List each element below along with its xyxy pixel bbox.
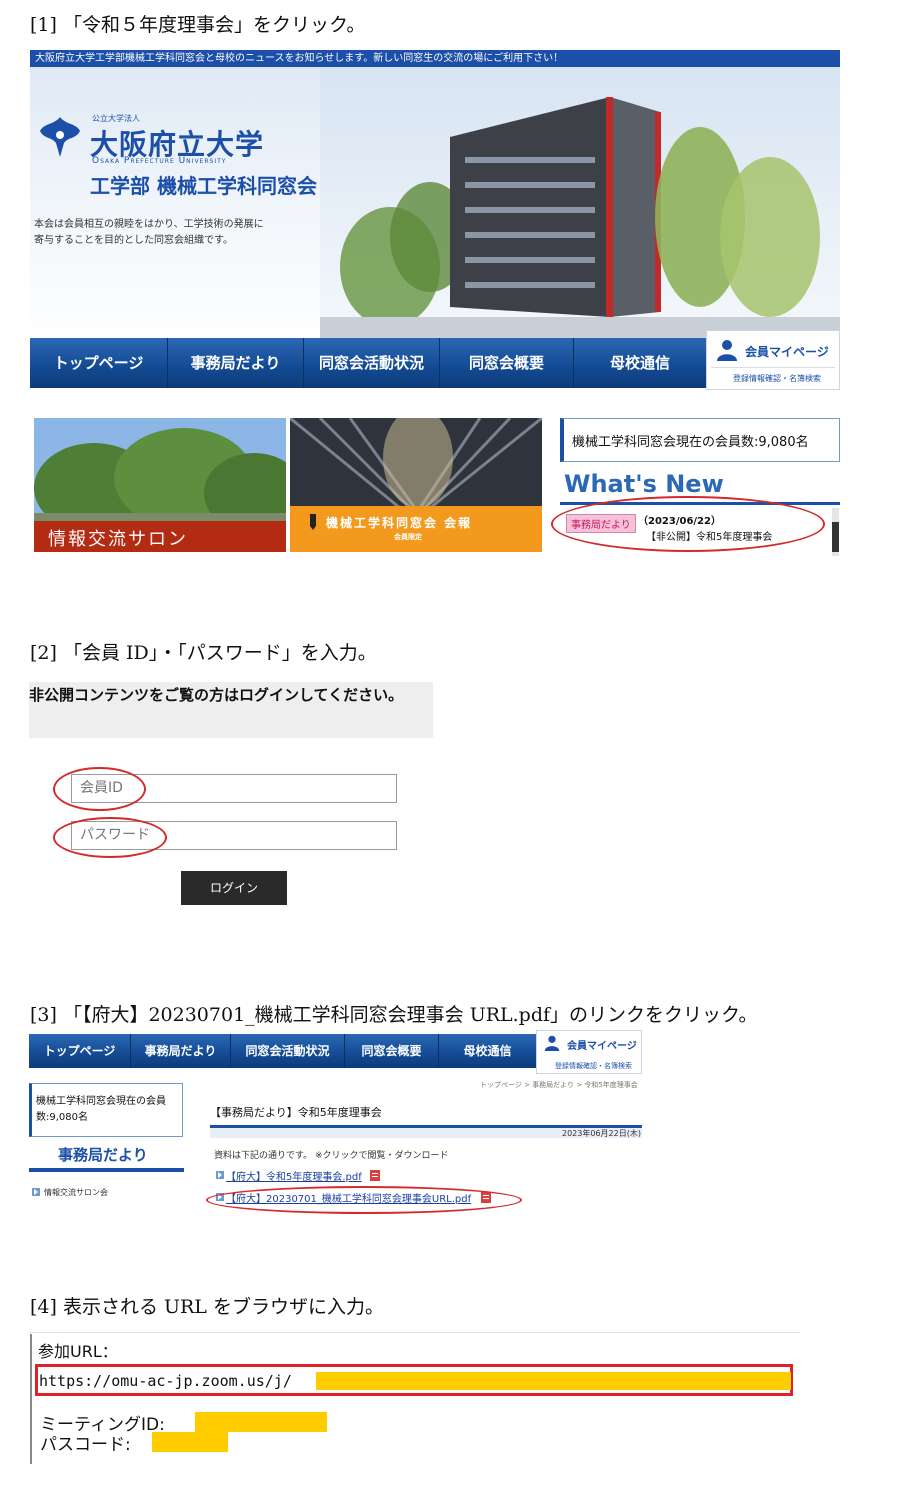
member-id-input[interactable]: 会員ID xyxy=(71,774,397,803)
salon-photo xyxy=(34,418,286,523)
salon-label: 情報交流サロン xyxy=(48,529,188,550)
mypage-label: 会員マイページ xyxy=(745,345,829,359)
university-name-en: Osaka Prefecture University xyxy=(92,156,227,166)
member-mypage-button[interactable]: 会員マイページ 登録情報確認・名簿検索 xyxy=(706,330,840,390)
whats-new-heading: What's New xyxy=(564,470,724,498)
news-date: （2023/06/22） xyxy=(638,516,721,527)
step-3-instruction: [3] 「【府大】20230701_機械工学科同窓会理事会 URL.pdf」のリ… xyxy=(30,1004,758,1026)
nav-overview[interactable]: 同窓会概要 xyxy=(440,338,574,388)
newsletter-tile[interactable]: 機械工学科同窓会 会報 会員限定 xyxy=(290,418,542,552)
mypage-sublabel: 登録情報確認・名簿検索 xyxy=(733,374,821,383)
join-url-label: 参加URL： xyxy=(38,1342,118,1361)
member-count: 機械工学科同窓会現在の会員数:9,080名 xyxy=(572,435,809,450)
login-button[interactable]: ログイン xyxy=(181,871,287,905)
s3-file1-pdf-icon xyxy=(370,1170,380,1181)
pen-icon xyxy=(310,514,316,530)
s3-member-mypage-button[interactable]: 会員マイページ 登録情報確認・名簿検索 xyxy=(536,1030,642,1074)
s3-side-link[interactable]: 情報交流サロン会 xyxy=(44,1187,108,1198)
s3-intro-text: 資料は下記の通りです。 ※クリックで閲覧・ダウンロード xyxy=(214,1151,449,1161)
s3-member-count-box: 機械工学科同窓会現在の会員 数:9,080名 xyxy=(29,1083,183,1137)
nav-top-page[interactable]: トップページ xyxy=(30,338,168,388)
s3-user-icon xyxy=(544,1035,560,1051)
header-banner: 公立大学法人 大阪府立大学 Osaka Prefecture Universit… xyxy=(30,67,840,350)
newsletter-sublabel: 会員限定 xyxy=(394,533,422,541)
passcode-label: パスコード: xyxy=(40,1435,131,1455)
campus-building-image xyxy=(320,67,840,350)
news-scrollbar[interactable] xyxy=(832,508,839,556)
department-name: 工学部 機械工学科同窓会 xyxy=(90,174,317,198)
s3-nav-top-page[interactable]: トップページ xyxy=(29,1034,131,1068)
s3-mypage-label: 会員マイページ xyxy=(567,1041,637,1052)
passcode-redaction xyxy=(152,1432,228,1452)
join-url-text: https://omu-ac-jp.zoom.us/j/ xyxy=(39,1372,292,1390)
password-input[interactable]: パスワード xyxy=(71,821,397,850)
s3-post-date: 2023年06月22日(木) xyxy=(562,1129,641,1138)
nav-alma-mater[interactable]: 母校通信 xyxy=(574,338,706,388)
url-redaction xyxy=(316,1372,791,1390)
login-banner-text: 非公開コンテンツをご覧の方はログインしてください。 xyxy=(29,686,404,704)
news-item-link[interactable]: 【非公開】令和5年度理事会 xyxy=(646,528,772,543)
s3-page-title: 【事務局だより】令和5年度理事会 xyxy=(210,1106,382,1119)
s3-nav-overview[interactable]: 同窓会概要 xyxy=(345,1034,439,1068)
s3-main-nav: トップページ 事務局だより 同窓会活動状況 同窓会概要 母校通信 xyxy=(29,1034,536,1068)
login-banner: 非公開コンテンツをご覧の方はログインしてください。 xyxy=(29,682,433,738)
step-1-instruction: [1] 「令和５年度理事会」をクリック。 xyxy=(30,14,366,36)
s3-file2-pdf-icon xyxy=(481,1192,491,1203)
meeting-id-redaction xyxy=(195,1412,327,1432)
library-photo xyxy=(290,418,542,508)
join-url-field[interactable]: https://omu-ac-jp.zoom.us/j/ xyxy=(39,1372,791,1392)
s3-breadcrumb[interactable]: トップページ > 事務局だより > 令和5年度理事会 xyxy=(480,1080,638,1090)
s3-side-arrow-icon xyxy=(32,1188,40,1196)
s3-side-heading: 事務局だより xyxy=(58,1146,148,1164)
s3-mypage-sublabel: 登録情報確認・名簿検索 xyxy=(555,1062,632,1070)
tagline-line-2: 寄与することを目的とした同窓会組織です。 xyxy=(34,235,233,246)
news-sidebar: 機械工学科同窓会現在の会員数:9,080名 What's New 事務局だより … xyxy=(560,418,840,556)
top-announcement-strip: 大阪府立大学工学部機械工学科同窓会と母校のニュースをお知らせします。新しい同窓生… xyxy=(30,50,840,67)
main-nav: トップページ 事務局だより 同窓会活動状況 同窓会概要 母校通信 xyxy=(30,338,706,388)
s3-file1-link[interactable]: 【府大】令和5年度理事会.pdf xyxy=(226,1168,362,1183)
s3-nav-alma-mater[interactable]: 母校通信 xyxy=(439,1034,536,1068)
s3-nav-activities[interactable]: 同窓会活動状況 xyxy=(231,1034,345,1068)
tagline-line-1: 本会は会員相互の親睦をはかり、工学技術の発展に xyxy=(34,219,264,230)
site-header: 大阪府立大学工学部機械工学科同窓会と母校のニュースをお知らせします。新しい同窓生… xyxy=(30,50,840,390)
s3-nav-office-news[interactable]: 事務局だより xyxy=(131,1034,231,1068)
nav-activities[interactable]: 同窓会活動状況 xyxy=(304,338,440,388)
s3-file2-link[interactable]: 【府大】20230701_機械工学科同窓会理事会URL.pdf xyxy=(226,1190,471,1205)
news-category-tag[interactable]: 事務局だより xyxy=(566,514,636,533)
university-logo-icon xyxy=(40,117,80,157)
step-2-instruction: [2] 「会員 ID」・「パスワード」を入力。 xyxy=(30,642,377,664)
s3-file2-arrow-icon xyxy=(216,1193,224,1201)
salon-tile[interactable]: 情報交流サロン xyxy=(34,418,286,552)
step-4-instruction: [4] 表示される URL をブラウザに入力。 xyxy=(30,1296,384,1318)
nav-office-news[interactable]: 事務局だより xyxy=(168,338,304,388)
s3-file1-arrow-icon xyxy=(216,1171,224,1179)
newsletter-label: 機械工学科同窓会 会報 xyxy=(326,516,473,530)
s3-member-count-line-1: 機械工学科同窓会現在の会員 xyxy=(36,1096,166,1107)
zoom-info-document: 参加URL： https://omu-ac-jp.zoom.us/j/ ミーティ… xyxy=(30,1328,800,1464)
s3-member-count-line-2: 数:9,080名 xyxy=(36,1112,88,1123)
user-icon xyxy=(717,340,737,361)
